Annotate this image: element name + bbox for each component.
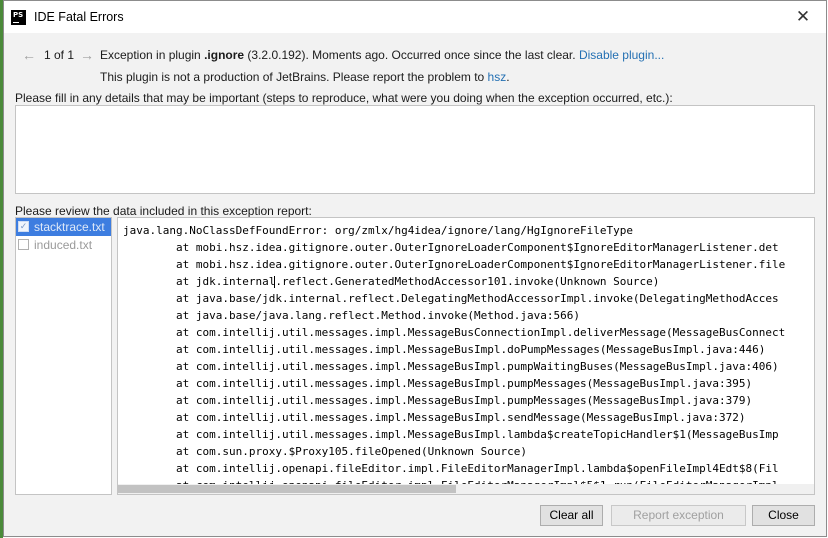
plugin-name: .ignore xyxy=(204,48,245,62)
vendor-note-end: . xyxy=(506,70,510,84)
report-author-link[interactable]: hsz xyxy=(488,70,507,84)
scrollbar-thumb[interactable] xyxy=(118,485,456,493)
stacktrace-line: at com.intellij.util.messages.impl.Messa… xyxy=(123,411,746,424)
next-arrow-icon[interactable]: → xyxy=(80,47,94,63)
stacktrace-line: at com.intellij.util.messages.impl.Messa… xyxy=(123,360,779,373)
ps-logo-bar xyxy=(13,22,19,23)
ide-fatal-errors-dialog: PS IDE Fatal Errors ✕ ← 1 of 1 → Excepti… xyxy=(3,0,827,537)
stacktrace-line: at mobi.hsz.idea.gitignore.outer.OuterIg… xyxy=(123,241,779,254)
summary-suffix: (3.2.0.192). Moments ago. Occurred once … xyxy=(244,48,579,62)
stacktrace-line: at mobi.hsz.idea.gitignore.outer.OuterIg… xyxy=(123,258,786,271)
previous-arrow-icon[interactable]: ← xyxy=(22,47,36,63)
stacktrace-line: at java.base/java.lang.reflect.Method.in… xyxy=(123,309,580,322)
stacktrace-line: at com.intellij.util.messages.impl.Messa… xyxy=(123,326,786,339)
attachment-item-stacktrace[interactable]: ✓ stacktrace.txt xyxy=(16,218,111,236)
close-button[interactable]: Close xyxy=(752,505,815,526)
stacktrace-line: at com.intellij.util.messages.impl.Messa… xyxy=(123,394,753,407)
disable-plugin-link[interactable]: Disable plugin... xyxy=(579,48,664,62)
vendor-note-text: This plugin is not a production of JetBr… xyxy=(100,70,488,84)
ps-logo-text: PS xyxy=(13,11,24,19)
review-label: Please review the data included in this … xyxy=(15,204,312,218)
stacktrace-line: at java.base/jdk.internal.reflect.Delega… xyxy=(123,292,779,305)
attachment-checkbox[interactable] xyxy=(18,239,29,250)
details-label: Please fill in any details that may be i… xyxy=(15,91,673,105)
stacktrace-viewer[interactable]: java.lang.NoClassDefFoundError: org/zmlx… xyxy=(117,217,815,495)
stacktrace-line: java.lang.NoClassDefFoundError: org/zmlx… xyxy=(123,224,633,237)
stacktrace-line: at com.intellij.util.messages.impl.Messa… xyxy=(123,428,779,441)
attachment-label: stacktrace.txt xyxy=(34,220,105,234)
dialog-title: IDE Fatal Errors xyxy=(34,10,124,24)
clear-all-button[interactable]: Clear all xyxy=(540,505,603,526)
stacktrace-content: java.lang.NoClassDefFoundError: org/zmlx… xyxy=(123,222,814,494)
attachment-checkbox[interactable]: ✓ xyxy=(18,221,29,232)
ps-logo-icon: PS xyxy=(11,10,26,25)
stacktrace-line: at com.intellij.util.messages.impl.Messa… xyxy=(123,377,753,390)
exception-summary: Exception in plugin .ignore (3.2.0.192).… xyxy=(100,48,664,62)
close-icon[interactable]: ✕ xyxy=(795,7,811,27)
horizontal-scrollbar[interactable] xyxy=(118,484,814,494)
error-counter: 1 of 1 xyxy=(44,48,75,62)
attachment-label: induced.txt xyxy=(34,238,93,252)
title-bar: PS IDE Fatal Errors ✕ xyxy=(4,1,826,33)
stacktrace-line: at com.intellij.openapi.fileEditor.impl.… xyxy=(123,462,779,475)
summary-prefix: Exception in plugin xyxy=(100,48,205,62)
stacktrace-line: at jdk.internal.reflect.GeneratedMethodA… xyxy=(123,275,660,288)
details-textarea[interactable] xyxy=(15,105,815,194)
attachment-item-induced[interactable]: induced.txt xyxy=(16,236,111,254)
stacktrace-line: at com.intellij.util.messages.impl.Messa… xyxy=(123,343,766,356)
report-exception-button[interactable]: Report exception xyxy=(611,505,746,526)
attachment-list: ✓ stacktrace.txt induced.txt xyxy=(15,217,112,495)
plugin-vendor-note: This plugin is not a production of JetBr… xyxy=(100,70,510,84)
text-caret xyxy=(274,276,275,288)
stacktrace-line: at com.sun.proxy.$Proxy105.fileOpened(Un… xyxy=(123,445,527,458)
